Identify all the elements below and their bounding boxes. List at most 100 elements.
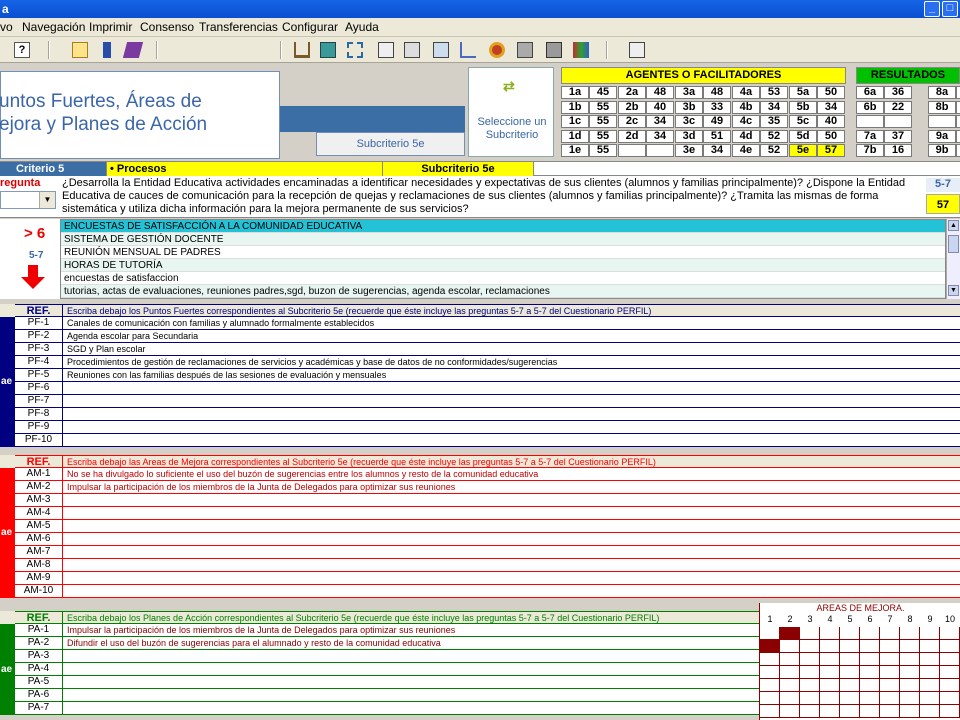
pa-row[interactable]: PA-4 (15, 663, 759, 676)
am-row[interactable]: AM-7 (15, 546, 960, 559)
matrix-cell[interactable] (760, 692, 780, 705)
am-row[interactable]: AM-6 (15, 533, 960, 546)
matrix-cell[interactable] (820, 666, 840, 679)
pf-row[interactable]: PF-5 Reuniones con las familias después d… (15, 369, 960, 382)
pf-row[interactable]: PF-6 (15, 382, 960, 395)
matrix-cell[interactable] (820, 692, 840, 705)
matrix-cell[interactable] (760, 640, 780, 653)
pf-row-text[interactable]: Procedimientos de gestión de reclamacion… (67, 356, 557, 368)
am-row[interactable]: AM-3 (15, 494, 960, 507)
matrix-cell[interactable] (940, 679, 960, 692)
am-row[interactable]: AM-9 (15, 572, 960, 585)
matrix-cell[interactable] (800, 705, 820, 718)
matrix-cell[interactable] (920, 692, 940, 705)
pa-row-text[interactable]: Impulsar la participación de los miembro… (67, 624, 455, 636)
matrix-cell[interactable] (840, 692, 860, 705)
books-icon[interactable] (122, 42, 144, 58)
matrix-cell[interactable] (880, 640, 900, 653)
bar-chart-icon[interactable] (460, 42, 476, 58)
print-icon[interactable] (629, 42, 645, 58)
am-row[interactable]: AM-8 (15, 559, 960, 572)
folder-icon[interactable] (72, 42, 88, 58)
menu-consenso[interactable]: Consenso (140, 20, 194, 34)
am-row-text[interactable]: Impulsar la participación de los miembro… (67, 481, 455, 493)
evidence-scrollbar[interactable]: ▲ ▼ (946, 219, 960, 299)
matrix-cell[interactable] (880, 627, 900, 640)
am-row[interactable]: AM-1 No se ha divulgado lo suficiente el … (15, 468, 960, 481)
pa-row[interactable]: PA-7 (15, 702, 759, 715)
matrix-cell[interactable] (860, 679, 880, 692)
book-icon[interactable] (103, 42, 111, 58)
evidence-item[interactable]: encuestas de satisfaccion (61, 272, 945, 285)
pa-row[interactable]: PA-3 (15, 650, 759, 663)
menu-configurar[interactable]: Configurar (282, 20, 338, 34)
question-select[interactable]: ▼ (0, 191, 56, 209)
matrix-cell[interactable] (920, 653, 940, 666)
menu-transferencias[interactable]: Transferencias (199, 20, 278, 34)
matrix-cell[interactable] (840, 666, 860, 679)
evidence-list[interactable]: ENCUESTAS DE SATISFACCIÓN A LA COMUNIDAD… (60, 219, 946, 299)
matrix-cell[interactable] (760, 679, 780, 692)
matrix-cell[interactable] (760, 705, 780, 718)
matrix-cell[interactable] (760, 666, 780, 679)
matrix-cell[interactable] (920, 627, 940, 640)
tree-icon[interactable] (347, 42, 363, 58)
matrix-cell[interactable] (900, 627, 920, 640)
evidence-item[interactable]: HORAS DE TUTORÍA (61, 259, 945, 272)
pa-row[interactable]: PA-1 Impulsar la participación de los mie… (15, 624, 759, 637)
matrix-cell[interactable] (900, 666, 920, 679)
pf-row-text[interactable]: SGD y Plan escolar (67, 343, 146, 355)
pf-row-text[interactable]: Agenda escolar para Secundaria (67, 330, 198, 342)
matrix-cell[interactable] (940, 627, 960, 640)
scroll-thumb[interactable] (948, 235, 959, 253)
matrix-cell[interactable] (900, 692, 920, 705)
matrix-cell[interactable] (940, 640, 960, 653)
pf-row[interactable]: PF-10 (15, 434, 960, 447)
matrix-cell[interactable] (780, 705, 800, 718)
camera-icon[interactable] (546, 42, 562, 58)
matrix-cell[interactable] (780, 692, 800, 705)
grid-icon[interactable] (404, 42, 420, 58)
matrix-cell[interactable] (820, 679, 840, 692)
evidence-item[interactable]: tutorias, actas de evaluaciones, reunion… (61, 285, 945, 298)
matrix-cell[interactable] (880, 653, 900, 666)
matrix-cell[interactable] (840, 627, 860, 640)
pa-row[interactable]: PA-5 (15, 676, 759, 689)
am-row[interactable]: AM-10 (15, 585, 960, 598)
matrix-cell[interactable] (780, 666, 800, 679)
pf-row[interactable]: PF-1 Canales de comunicación con familias… (15, 317, 960, 330)
matrix-cell[interactable] (840, 679, 860, 692)
matrix-cell[interactable] (940, 692, 960, 705)
matrix-cell[interactable] (860, 640, 880, 653)
matrix-cell[interactable] (860, 692, 880, 705)
matrix-cell[interactable] (880, 666, 900, 679)
matrix-cell[interactable] (820, 640, 840, 653)
matrix-cell[interactable] (800, 640, 820, 653)
pf-row[interactable]: PF-2 Agenda escolar para Secundaria (15, 330, 960, 343)
matrix-cell[interactable] (840, 640, 860, 653)
matrix-cell[interactable] (800, 692, 820, 705)
maximize-button[interactable]: □ (942, 1, 958, 17)
evidence-item[interactable]: ENCUESTAS DE SATISFACCIÓN A LA COMUNIDAD… (61, 220, 945, 233)
chart-icon[interactable] (378, 42, 394, 58)
matrix-cell[interactable] (800, 666, 820, 679)
matrix-cell[interactable] (920, 705, 940, 718)
pf-row[interactable]: PF-9 (15, 421, 960, 434)
menu-navegacion[interactable]: Navegación (22, 20, 85, 34)
matrix-cell[interactable] (900, 705, 920, 718)
matrix-cell[interactable] (800, 653, 820, 666)
matrix-cell[interactable] (780, 627, 800, 640)
matrix-cell[interactable] (840, 705, 860, 718)
criteria-icon[interactable] (320, 42, 336, 58)
matrix-cell[interactable] (860, 705, 880, 718)
matrix-cell[interactable] (820, 705, 840, 718)
matrix-cell[interactable] (800, 627, 820, 640)
pf-row[interactable]: PF-3 SGD y Plan escolar (15, 343, 960, 356)
evidence-item[interactable]: SISTEMA DE GESTIÓN DOCENTE (61, 233, 945, 246)
matrix-cell[interactable] (920, 679, 940, 692)
matrix-cell[interactable] (880, 705, 900, 718)
pf-row[interactable]: PF-8 (15, 408, 960, 421)
pa-row[interactable]: PA-2 Difundir el uso del buzón de sugeren… (15, 637, 759, 650)
home-icon[interactable] (294, 42, 310, 58)
menu-imprimir[interactable]: Imprimir (89, 20, 132, 34)
